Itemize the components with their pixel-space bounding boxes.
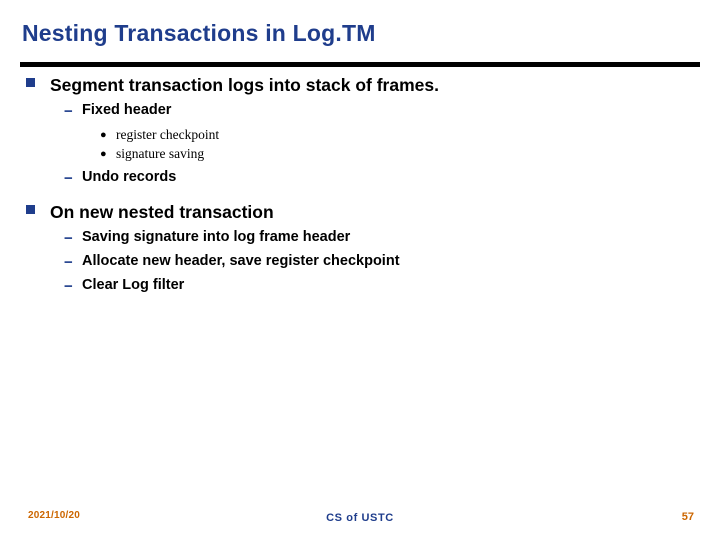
dot-bullet-icon: ● — [100, 129, 107, 141]
bullet-level2: − Undo records — [20, 168, 700, 187]
bullet-level2: − Saving signature into log frame header — [20, 228, 700, 247]
bullet-text: Clear Log filter — [82, 277, 185, 293]
footer-organization: CS of USTC — [326, 512, 394, 524]
bullet-level3: ● register checkpoint — [20, 125, 700, 144]
slide: Nesting Transactions in Log.TM Segment t… — [0, 0, 720, 540]
bullet-level2: − Allocate new header, save register che… — [20, 252, 700, 271]
square-bullet-icon — [26, 78, 35, 87]
bullet-level2: − Fixed header — [20, 101, 700, 120]
title-divider — [20, 62, 700, 67]
bullet-text: Allocate new header, save register check… — [82, 253, 400, 269]
bullet-text: On new nested transaction — [50, 202, 274, 222]
bullet-level3: ● signature saving — [20, 144, 700, 163]
dash-bullet-icon: − — [64, 103, 73, 120]
bullet-level1: On new nested transaction — [20, 201, 700, 223]
bullet-text: Saving signature into log frame header — [82, 229, 351, 245]
bullet-level2: − Clear Log filter — [20, 276, 700, 295]
dot-bullet-icon: ● — [100, 148, 107, 160]
dash-bullet-icon: − — [64, 170, 73, 187]
page-title: Nesting Transactions in Log.TM — [22, 20, 376, 46]
bullet-text: Segment transaction logs into stack of f… — [50, 75, 439, 95]
bullet-text: signature saving — [116, 146, 205, 161]
bullet-level1: Segment transaction logs into stack of f… — [20, 74, 700, 96]
bullet-text: register checkpoint — [116, 127, 220, 142]
footer-page-number: 57 — [681, 511, 694, 523]
bullet-text: Fixed header — [82, 102, 172, 118]
dash-bullet-icon: − — [64, 230, 73, 247]
dash-bullet-icon: − — [64, 254, 73, 271]
slide-body: Segment transaction logs into stack of f… — [20, 74, 700, 295]
square-bullet-icon — [26, 205, 35, 214]
dash-bullet-icon: − — [64, 278, 73, 295]
bullet-text: Undo records — [82, 169, 177, 185]
